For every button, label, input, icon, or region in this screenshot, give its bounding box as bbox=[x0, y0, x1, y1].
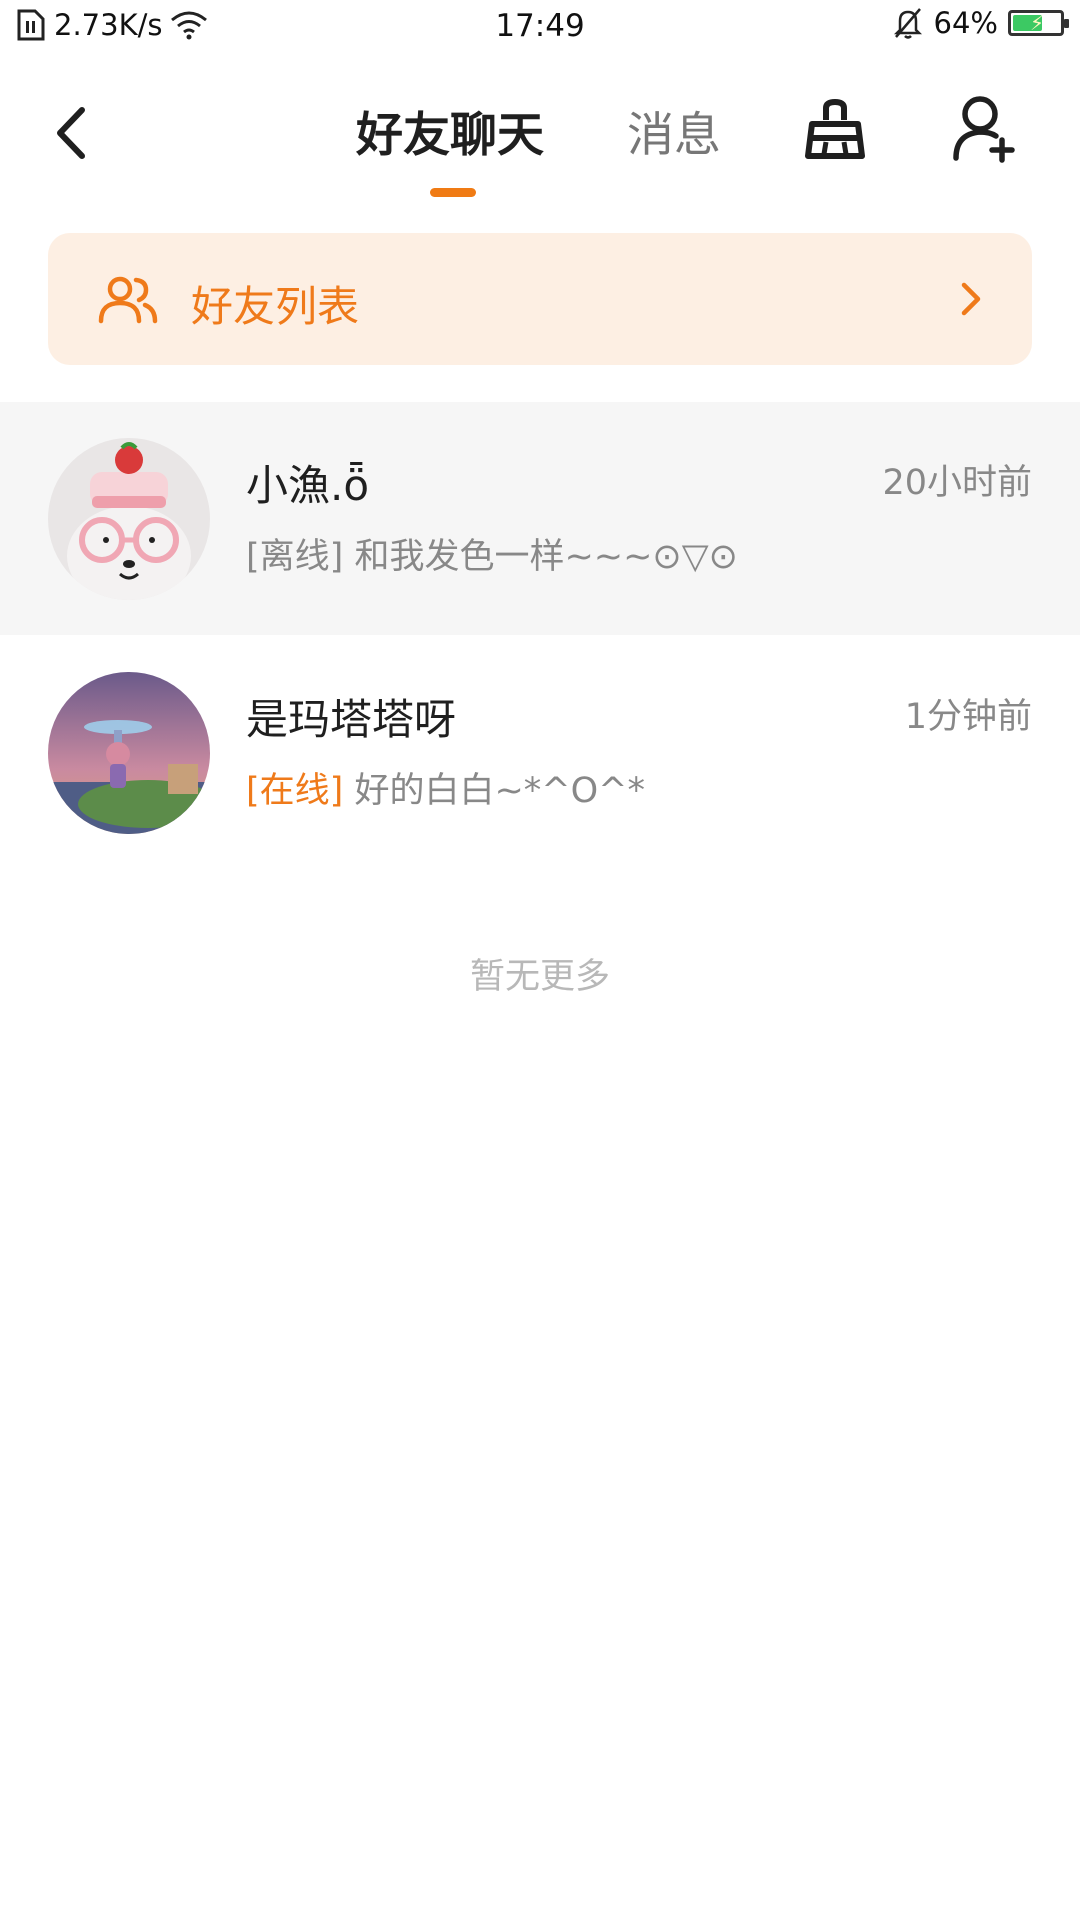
friends-list-button[interactable]: 好友列表 bbox=[48, 233, 1032, 365]
friends-icon bbox=[98, 276, 158, 324]
chat-list-item[interactable]: 是玛塔塔呀 1分钟前 [在线] 好的白白~*^O^* bbox=[0, 636, 1080, 869]
avatar-cake-bear-image bbox=[48, 438, 210, 600]
status-badge: [离线] bbox=[246, 537, 344, 577]
avatar[interactable] bbox=[48, 672, 210, 834]
back-button[interactable] bbox=[46, 98, 106, 168]
contact-name: 小漁.ȫ bbox=[246, 461, 370, 510]
tab-messages[interactable]: 消息 bbox=[627, 96, 721, 165]
add-friend-button[interactable] bbox=[950, 92, 1020, 164]
contact-name: 是玛塔塔呀 bbox=[246, 695, 457, 744]
battery-icon: ⚡ bbox=[1008, 10, 1069, 36]
message-time: 1分钟前 bbox=[904, 697, 1032, 737]
status-bar-right: 64% ⚡ bbox=[892, 6, 1069, 40]
muted-bell-icon bbox=[893, 8, 922, 39]
message-text: 和我发色一样~~~⊙▽⊙ bbox=[354, 537, 739, 577]
charging-icon: ⚡ bbox=[1030, 11, 1045, 35]
active-tab-indicator bbox=[430, 188, 476, 197]
avatar-island-image bbox=[48, 672, 210, 834]
status-bar: 2.73K/s 17:49 64% ⚡ bbox=[0, 0, 1080, 50]
top-navigation: 好友聊天 消息 bbox=[0, 70, 1080, 210]
add-friend-icon bbox=[953, 96, 1015, 163]
back-arrow-icon bbox=[57, 107, 85, 159]
battery-percent: 64% bbox=[933, 6, 998, 40]
status-badge: [在线] bbox=[246, 771, 344, 811]
clean-button[interactable] bbox=[800, 94, 870, 164]
message-text: 好的白白~*^O^* bbox=[354, 771, 645, 811]
tab-friend-chat[interactable]: 好友聊天 bbox=[356, 96, 544, 165]
chat-list-item[interactable]: 小漁.ȫ 20小时前 [离线] 和我发色一样~~~⊙▽⊙ bbox=[0, 402, 1080, 635]
clean-broom-icon bbox=[805, 98, 865, 159]
message-time: 20小时前 bbox=[882, 463, 1032, 503]
chevron-right-icon bbox=[961, 282, 981, 316]
friends-list-label: 好友列表 bbox=[191, 282, 360, 331]
message-preview: [在线] 好的白白~*^O^* bbox=[246, 762, 645, 813]
no-more-label: 暂无更多 bbox=[469, 957, 610, 997]
avatar[interactable] bbox=[48, 438, 210, 600]
message-preview: [离线] 和我发色一样~~~⊙▽⊙ bbox=[246, 528, 738, 579]
